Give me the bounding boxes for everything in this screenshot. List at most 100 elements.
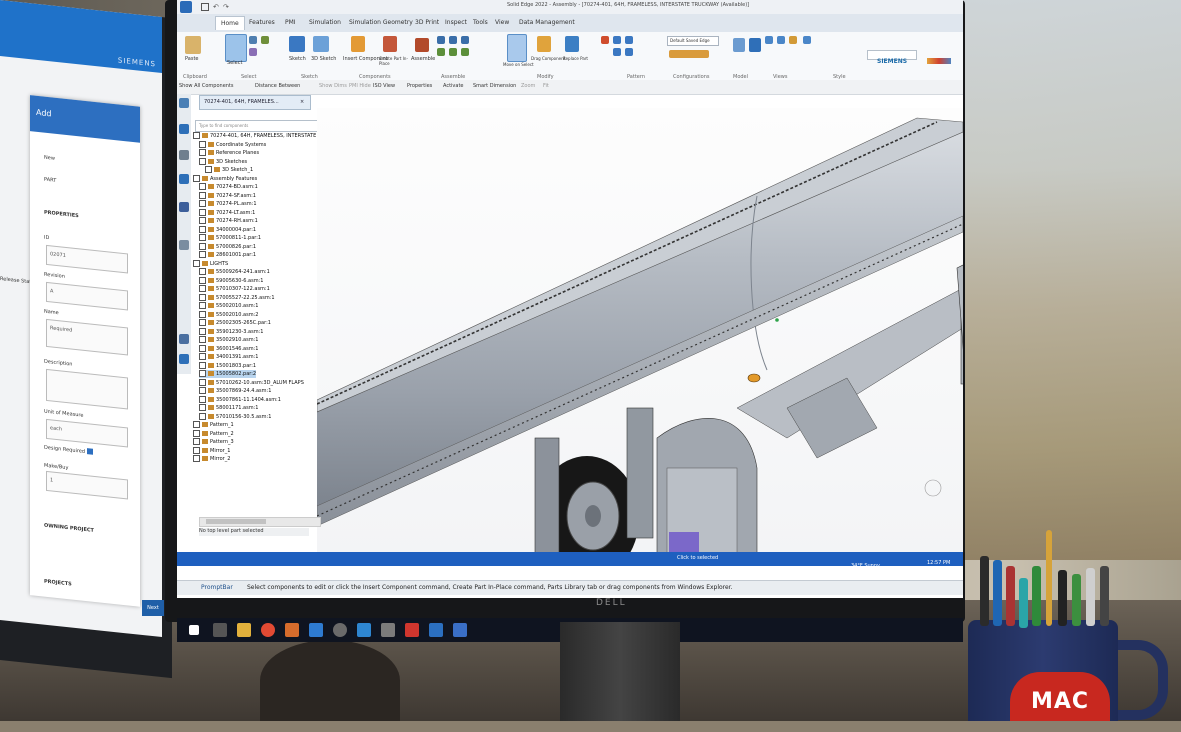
tree-item[interactable]: 28601001.par:1 <box>199 251 256 259</box>
visibility-checkbox[interactable] <box>199 395 206 403</box>
description-field[interactable] <box>46 368 128 410</box>
file-explorer-icon[interactable] <box>237 623 251 637</box>
show-all-components-button[interactable]: Show All Components <box>179 83 234 89</box>
fit-button[interactable]: Fit <box>543 83 549 89</box>
assemble-icon[interactable] <box>415 38 429 52</box>
tree-item[interactable]: 70274-LT.asm:1 <box>199 208 255 217</box>
visibility-checkbox[interactable] <box>199 234 206 241</box>
visibility-checkbox[interactable] <box>199 378 206 386</box>
visibility-checkbox[interactable] <box>199 268 206 275</box>
pattern-icon-2[interactable] <box>613 36 621 44</box>
app-icon-5[interactable] <box>381 623 395 637</box>
tree-item[interactable]: 57010156-30.5.asm:1 <box>199 412 271 421</box>
tree-item[interactable]: 36001546.asm:1 <box>199 344 258 353</box>
tab-3d-print[interactable]: 3D Print <box>415 19 439 26</box>
tree-item[interactable]: LIGHTS <box>193 259 228 268</box>
drag-component-icon[interactable] <box>537 36 551 52</box>
tree-item[interactable]: 57010262-10.asm:3D_ALUM FLAPS <box>199 378 304 387</box>
visibility-checkbox[interactable] <box>193 174 200 182</box>
tree-item[interactable]: Reference Planes <box>199 149 259 157</box>
tree-item[interactable]: Mirror_1 <box>193 446 230 455</box>
tree-item[interactable]: Mirror_2 <box>193 455 230 463</box>
tree-item[interactable]: 15001803.par:1 <box>199 361 256 370</box>
zoom-area-icon[interactable] <box>749 38 761 52</box>
move-on-select-icon[interactable] <box>507 34 527 62</box>
3d-sketch-icon[interactable] <box>313 36 329 52</box>
tab-simulation-geometry[interactable]: Simulation Geometry <box>349 19 413 26</box>
relationship-icon-2[interactable] <box>449 36 457 44</box>
start-icon[interactable] <box>189 625 199 635</box>
tab-features[interactable]: Features <box>249 19 275 26</box>
visibility-checkbox[interactable] <box>199 276 206 284</box>
visibility-checkbox[interactable] <box>193 455 200 462</box>
iso-view-button[interactable]: ISO View <box>373 83 395 89</box>
relationship-icon-5[interactable] <box>449 48 457 56</box>
visibility-checkbox[interactable] <box>193 259 200 267</box>
visibility-checkbox[interactable] <box>199 327 206 335</box>
parts-library-icon[interactable] <box>179 150 189 160</box>
tree-item[interactable]: 57010307-122.asm:1 <box>199 285 270 293</box>
solid-edge-taskbar-icon[interactable] <box>285 623 299 637</box>
tree-item[interactable]: Pattern_2 <box>193 429 234 438</box>
tab-tools[interactable]: Tools <box>473 19 488 26</box>
tree-item[interactable]: 35901230-3.asm:1 <box>199 327 263 336</box>
redo-icon[interactable]: ↷ <box>223 3 229 11</box>
document-tab[interactable]: 70274-401, 64H, FRAMELES... × <box>199 95 311 110</box>
tree-item[interactable]: 3D Sketches <box>199 157 247 166</box>
select-group-icon[interactable] <box>249 48 257 56</box>
task-view-icon[interactable] <box>213 623 227 637</box>
design-required-checkbox[interactable] <box>87 448 93 455</box>
visibility-checkbox[interactable] <box>199 293 206 301</box>
tree-item[interactable]: 70274-PL.asm:1 <box>199 200 257 208</box>
tab-view[interactable]: View <box>495 19 509 26</box>
visibility-checkbox[interactable] <box>199 336 206 343</box>
scroll-thumb[interactable] <box>206 519 266 524</box>
undo-icon[interactable]: ↶ <box>213 3 219 11</box>
tree-item[interactable]: 70274-SF.asm:1 <box>199 191 256 200</box>
tree-item[interactable]: 57005527-22.25.asm:1 <box>199 293 275 302</box>
tree-item[interactable]: 35007861-11.1404.asm:1 <box>199 395 281 404</box>
assembly-icon[interactable] <box>179 334 189 344</box>
save-icon[interactable] <box>201 3 209 11</box>
layers-icon[interactable] <box>179 174 189 184</box>
paste-icon[interactable] <box>185 36 201 54</box>
sensors-icon[interactable] <box>179 240 189 250</box>
tree-item[interactable]: 70274-BD.asm:1 <box>199 183 258 191</box>
tab-simulation[interactable]: Simulation <box>309 19 341 26</box>
visibility-checkbox[interactable] <box>199 208 206 216</box>
visibility-checkbox[interactable] <box>199 140 206 148</box>
relationship-icon-1[interactable] <box>437 36 445 44</box>
pattern-icon-5[interactable] <box>625 48 633 56</box>
relationship-icon-6[interactable] <box>461 48 469 56</box>
visibility-checkbox[interactable] <box>199 285 206 292</box>
visibility-checkbox[interactable] <box>199 251 206 258</box>
tree-item[interactable]: 55002010.asm:2 <box>199 310 258 319</box>
visibility-checkbox[interactable] <box>199 319 206 326</box>
simulation-icon[interactable] <box>179 354 189 364</box>
visibility-checkbox[interactable] <box>199 183 206 190</box>
visibility-checkbox[interactable] <box>199 149 206 156</box>
tree-horizontal-scrollbar[interactable] <box>199 517 321 527</box>
app-icon[interactable] <box>180 1 192 13</box>
uom-select[interactable]: each <box>46 418 128 448</box>
tree-item[interactable]: 15005802.par:2 <box>199 370 257 378</box>
select-tool-icon[interactable] <box>249 36 257 44</box>
pattern-icon-4[interactable] <box>613 48 621 56</box>
visibility-checkbox[interactable] <box>199 310 206 318</box>
visibility-checkbox[interactable] <box>199 157 206 165</box>
tree-item[interactable]: 57000826.par:1 <box>199 242 256 251</box>
tree-item[interactable]: Pattern_1 <box>193 421 234 429</box>
tree-item[interactable]: 35007869-24.4.asm:1 <box>199 387 271 395</box>
view-icon-2[interactable] <box>777 36 785 44</box>
tree-item[interactable]: 58001171.asm:1 <box>199 404 258 412</box>
relationship-icon-3[interactable] <box>461 36 469 44</box>
pathfinder-icon[interactable] <box>179 98 189 108</box>
model-icon[interactable] <box>733 38 745 52</box>
window-controls[interactable] <box>927 58 951 64</box>
pmi-hide-button[interactable]: PMI Hide <box>349 83 371 89</box>
tab-home[interactable]: Home <box>215 16 245 30</box>
tab-pmi[interactable]: PMI <box>285 19 296 26</box>
tree-item[interactable]: 25002305-265C.par:1 <box>199 319 271 327</box>
visibility-checkbox[interactable] <box>199 370 206 377</box>
visibility-checkbox[interactable] <box>199 353 206 360</box>
